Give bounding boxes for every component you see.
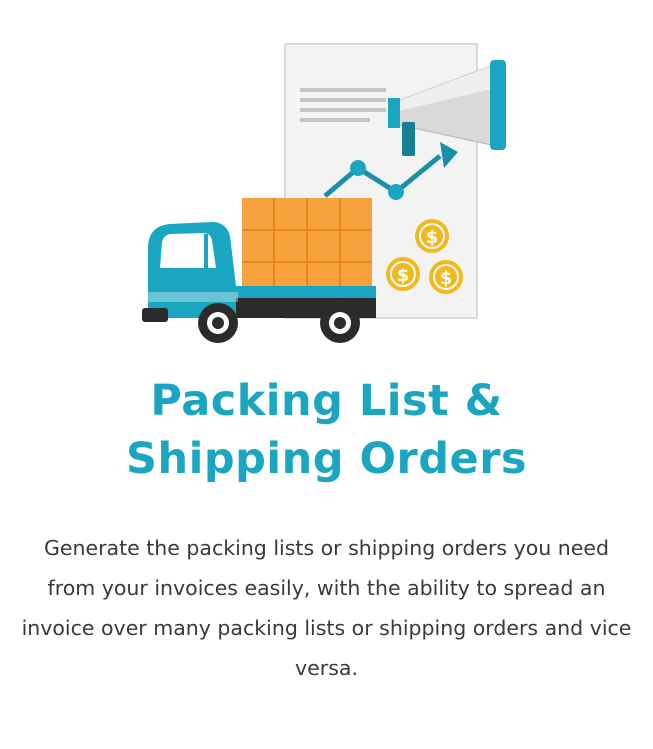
svg-text:$: $	[426, 227, 439, 248]
shipping-illustration-icon: $ $ $	[142, 43, 506, 343]
truck-icon	[142, 198, 376, 343]
feature-title-line-1: Packing List &	[150, 376, 503, 426]
svg-text:$: $	[397, 265, 410, 286]
svg-text:$: $	[440, 268, 453, 289]
feature-description: Generate the packing lists or shipping o…	[21, 536, 632, 680]
feature-card: $ $ $ Packing List & Shipping Orders Gen…	[0, 0, 653, 749]
feature-title: Packing List & Shipping Orders	[0, 372, 653, 488]
feature-title-line-2: Shipping Orders	[126, 434, 527, 484]
